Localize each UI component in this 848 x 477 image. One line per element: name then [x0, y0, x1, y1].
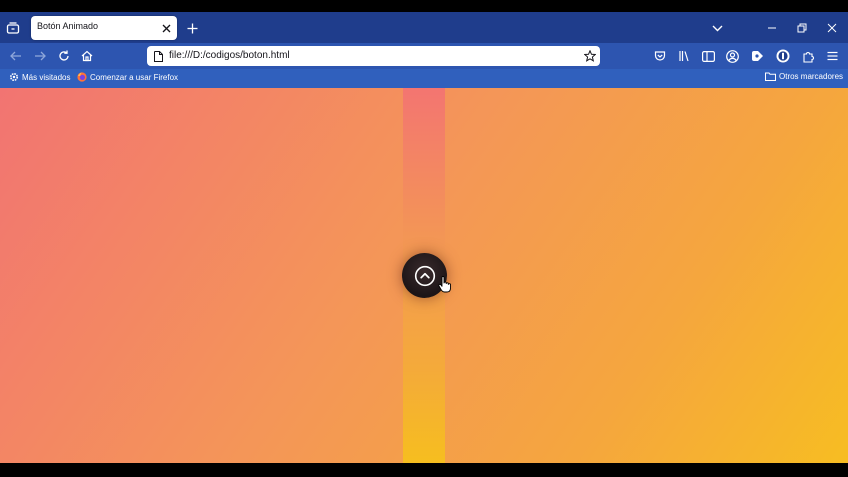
url-text[interactable]: file:///D:/codigos/boton.html [169, 50, 290, 61]
firefox-icon [77, 72, 87, 82]
chevron-up-icon [414, 265, 435, 286]
bookmark-label: Otros marcadores [779, 72, 844, 81]
account-icon[interactable] [724, 48, 740, 64]
puzzle-icon[interactable] [800, 48, 816, 64]
tab-title: Botón Animado [37, 21, 99, 31]
star-icon[interactable] [583, 49, 597, 63]
home-icon[interactable] [79, 48, 95, 64]
pocket-icon[interactable] [652, 48, 668, 64]
folder-icon [765, 72, 776, 81]
gear-icon [9, 72, 19, 82]
sidebar-icon[interactable] [700, 48, 716, 64]
bookmark-label: Comenzar a usar Firefox [90, 72, 179, 82]
bookmark-getting-started[interactable]: Comenzar a usar Firefox [77, 72, 178, 82]
bookmarks-toolbar: Más visitados Comenzar a usar Firefox Ot… [0, 69, 848, 88]
address-bar[interactable]: file:///D:/codigos/boton.html [147, 46, 600, 66]
hand-cursor-icon [438, 276, 452, 298]
window-close-icon[interactable] [824, 20, 840, 36]
addon-badge-icon[interactable] [775, 48, 791, 64]
tab-list-icon[interactable] [5, 20, 21, 36]
restore-icon[interactable] [794, 20, 810, 36]
plus-icon[interactable] [184, 20, 200, 36]
extension-icon[interactable] [749, 48, 765, 64]
tab-active[interactable]: Botón Animado [31, 16, 177, 40]
navigation-bar: file:///D:/codigos/boton.html [0, 43, 848, 69]
reload-icon[interactable] [56, 48, 72, 64]
menu-icon[interactable] [824, 48, 840, 64]
library-icon[interactable] [676, 48, 692, 64]
chevron-down-icon[interactable] [709, 20, 725, 36]
minimize-icon[interactable] [764, 20, 780, 36]
screen-letterbox-top [0, 0, 848, 12]
close-icon[interactable] [159, 21, 173, 35]
bookmark-other[interactable]: Otros marcadores [765, 72, 843, 81]
page-icon [152, 50, 164, 62]
forward-icon[interactable] [32, 48, 48, 64]
page-content [0, 88, 848, 463]
screen-letterbox-bottom [0, 463, 848, 477]
back-icon[interactable] [8, 48, 24, 64]
bookmark-label: Más visitados [22, 72, 71, 82]
tab-bar: Botón Animado [0, 12, 848, 43]
bookmark-most-visited[interactable]: Más visitados [9, 72, 70, 82]
